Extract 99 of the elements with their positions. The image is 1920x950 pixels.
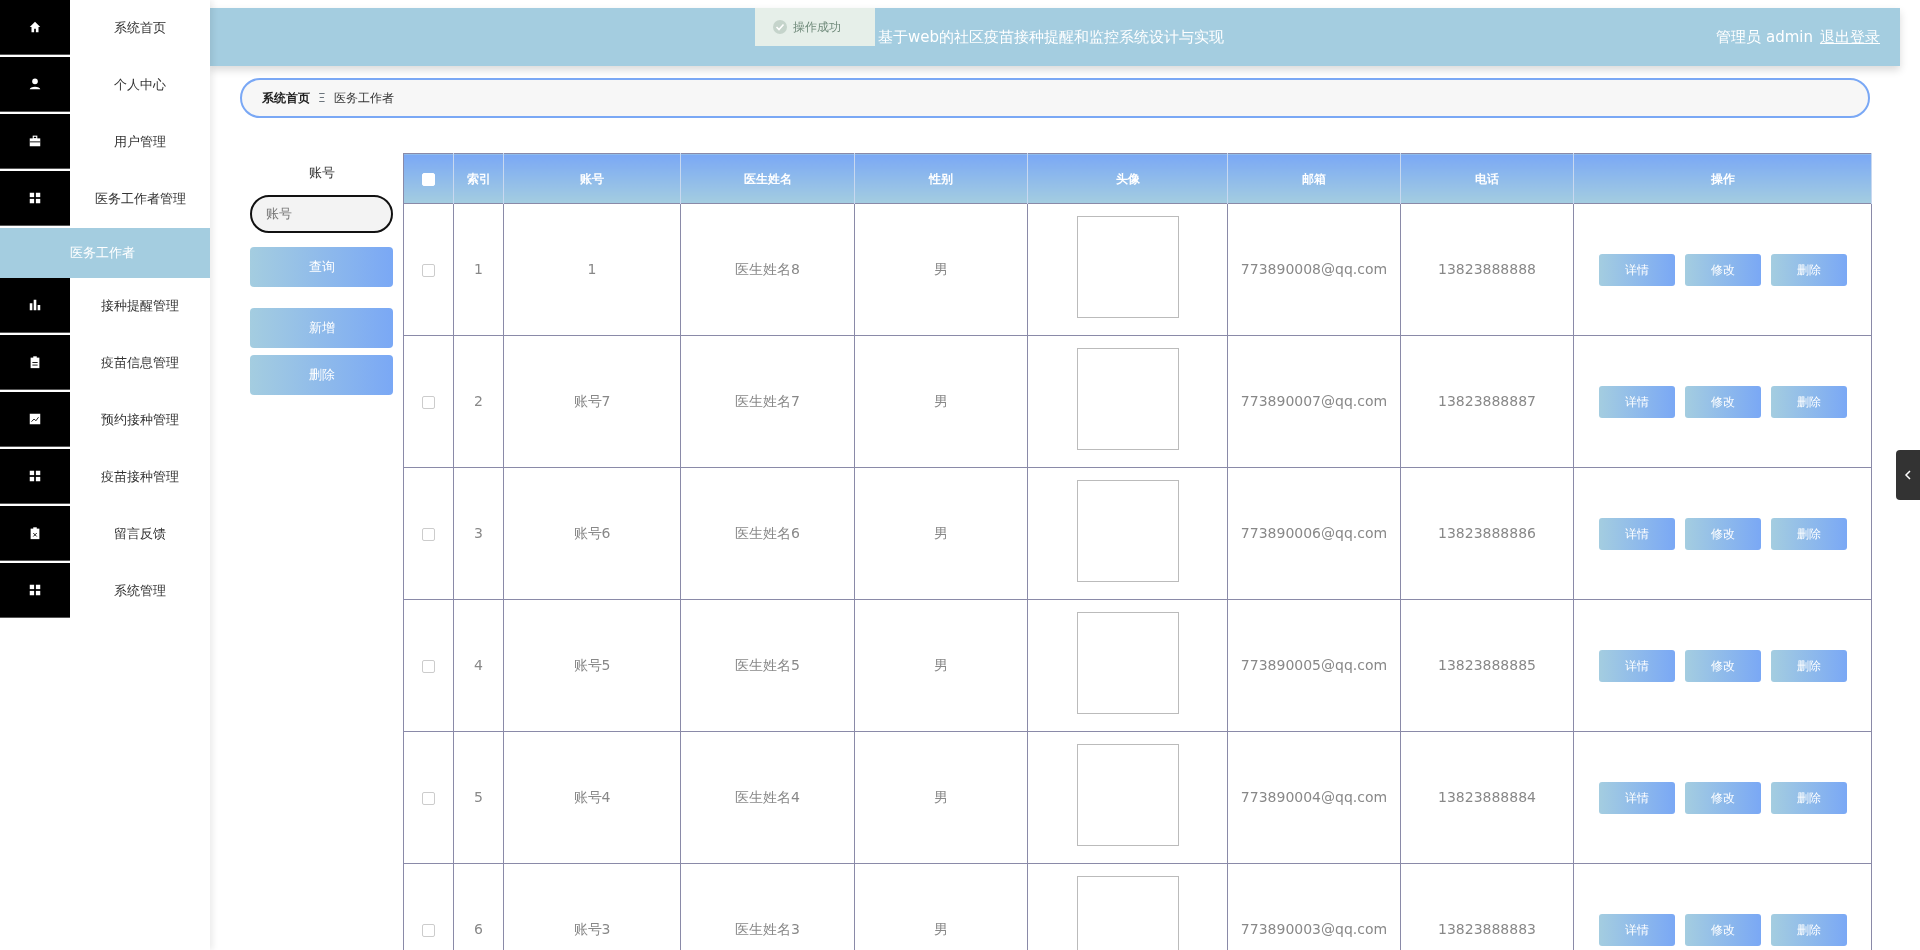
row-checkbox[interactable] [422, 527, 435, 541]
menu-item[interactable]: 用户管理 [70, 114, 210, 169]
details-button[interactable]: 详情 [1598, 517, 1675, 550]
delete-button[interactable]: 删除 [1770, 253, 1847, 286]
details-button[interactable]: 详情 [1598, 649, 1675, 682]
table-cell: 账号4 [503, 731, 681, 864]
submenu-item[interactable]: 医务工作者 [0, 228, 210, 278]
table-cell: 4 [453, 599, 504, 732]
table-cell: 医生姓名8 [680, 203, 855, 336]
column-header: 电话 [1400, 153, 1574, 204]
breadcrumb-item[interactable]: 系统首页 [262, 89, 310, 107]
delete-button[interactable]: 删除 [1770, 781, 1847, 814]
clipboard-icon [28, 355, 42, 369]
menu-item[interactable]: 系统首页 [70, 0, 210, 55]
table-cell: 13823888888 [1400, 203, 1574, 336]
logout-link[interactable]: 退出登录 [1820, 25, 1880, 49]
breadcrumb-item: 医务工作者 [333, 90, 394, 107]
row-checkbox[interactable] [422, 923, 435, 937]
edit-button[interactable]: 修改 [1684, 517, 1761, 550]
table-cell: 13823888887 [1400, 335, 1574, 468]
briefcase-icon [28, 134, 42, 148]
account-search-field[interactable]: 账号 [250, 194, 393, 233]
table-cell: 医生姓名4 [680, 731, 855, 864]
menu-item[interactable]: 疫苗接种管理 [70, 449, 210, 504]
table-cell: 男 [854, 335, 1028, 468]
menu-item[interactable]: 接种提醒管理 [70, 278, 210, 333]
select-all-checkbox[interactable] [422, 172, 435, 186]
table-cell: 13823888886 [1400, 467, 1574, 600]
delete-button[interactable]: 删除 [250, 354, 393, 395]
delete-button[interactable]: 删除 [1770, 385, 1847, 418]
table-cell: 男 [854, 467, 1028, 600]
table-cell: 男 [854, 599, 1028, 732]
menu-item[interactable]: 留言反馈 [70, 506, 210, 561]
menu-item[interactable]: 预约接种管理 [70, 392, 210, 447]
menu-item[interactable]: 个人中心 [70, 57, 210, 112]
user-icon [28, 77, 42, 91]
table-cell: 男 [854, 731, 1028, 864]
table-cell: 773890007@qq.com [1227, 335, 1401, 468]
details-button[interactable]: 详情 [1598, 913, 1675, 946]
table-cell: 773890004@qq.com [1227, 731, 1401, 864]
column-header: 医生姓名 [680, 153, 855, 204]
table-cell: 1 [453, 203, 504, 336]
add-button[interactable]: 新增 [250, 307, 393, 348]
toast-message: 操作成功 [793, 19, 841, 36]
menu-item[interactable]: 医务工作者管理 [70, 171, 210, 226]
row-checkbox[interactable] [422, 659, 435, 673]
table-cell: 账号5 [503, 599, 681, 732]
chevron-left-icon [1904, 470, 1912, 480]
table-cell: 13823888884 [1400, 731, 1574, 864]
check-circle-icon [773, 20, 787, 34]
menu-item[interactable]: 疫苗信息管理 [70, 335, 210, 390]
side-collapse-tab[interactable] [1896, 450, 1920, 500]
edit-button[interactable]: 修改 [1684, 781, 1761, 814]
edit-button[interactable]: 修改 [1684, 913, 1761, 946]
column-header: 账号 [503, 153, 681, 204]
table-cell: 3 [453, 467, 504, 600]
search-button[interactable]: 查询 [250, 246, 393, 287]
edit-button[interactable]: 修改 [1684, 253, 1761, 286]
column-header: 邮箱 [1227, 153, 1401, 204]
line-chart-icon [28, 412, 42, 426]
table-cell: 男 [854, 203, 1028, 336]
delete-button[interactable]: 删除 [1770, 517, 1847, 550]
table-cell: 5 [453, 731, 504, 864]
delete-button[interactable]: 删除 [1770, 649, 1847, 682]
table-cell: 医生姓名5 [680, 599, 855, 732]
system-title: 基于web的社区疫苗接种提醒和监控系统设计与实现 [878, 26, 1225, 48]
column-header: 操作 [1573, 153, 1872, 204]
table-cell: 账号7 [503, 335, 681, 468]
grid-icon [28, 583, 42, 597]
column-header: 性别 [854, 153, 1028, 204]
table-cell: 1 [503, 203, 681, 336]
details-button[interactable]: 详情 [1598, 781, 1675, 814]
table-cell: 2 [453, 335, 504, 468]
details-button[interactable]: 详情 [1598, 385, 1675, 418]
table-cell: 医生姓名6 [680, 467, 855, 600]
delete-button[interactable]: 删除 [1770, 913, 1847, 946]
column-header: 索引 [453, 153, 504, 204]
edit-button[interactable]: 修改 [1684, 385, 1761, 418]
breadcrumb-separator: Ξ [318, 90, 326, 107]
clipboard-x-icon [28, 526, 42, 540]
table-cell: 773890006@qq.com [1227, 467, 1401, 600]
table-cell: 医生姓名7 [680, 335, 855, 468]
admin-user-label: 管理员 admin [1716, 26, 1813, 48]
menu-item[interactable]: 系统管理 [70, 563, 210, 618]
details-button[interactable]: 详情 [1598, 253, 1675, 286]
table-cell: 账号6 [503, 467, 681, 600]
table-cell: 773890005@qq.com [1227, 599, 1401, 732]
table-cell: 773890008@qq.com [1227, 203, 1401, 336]
row-checkbox[interactable] [422, 791, 435, 805]
grid-icon [28, 191, 42, 205]
table-cell: 13823888885 [1400, 599, 1574, 732]
edit-button[interactable]: 修改 [1684, 649, 1761, 682]
column-header: 头像 [1027, 153, 1228, 204]
row-checkbox[interactable] [422, 395, 435, 409]
account-label: 账号 [307, 164, 336, 182]
home-icon [28, 20, 42, 34]
bar-chart-icon [28, 298, 42, 312]
grid-icon [28, 469, 42, 483]
row-checkbox[interactable] [422, 263, 435, 277]
